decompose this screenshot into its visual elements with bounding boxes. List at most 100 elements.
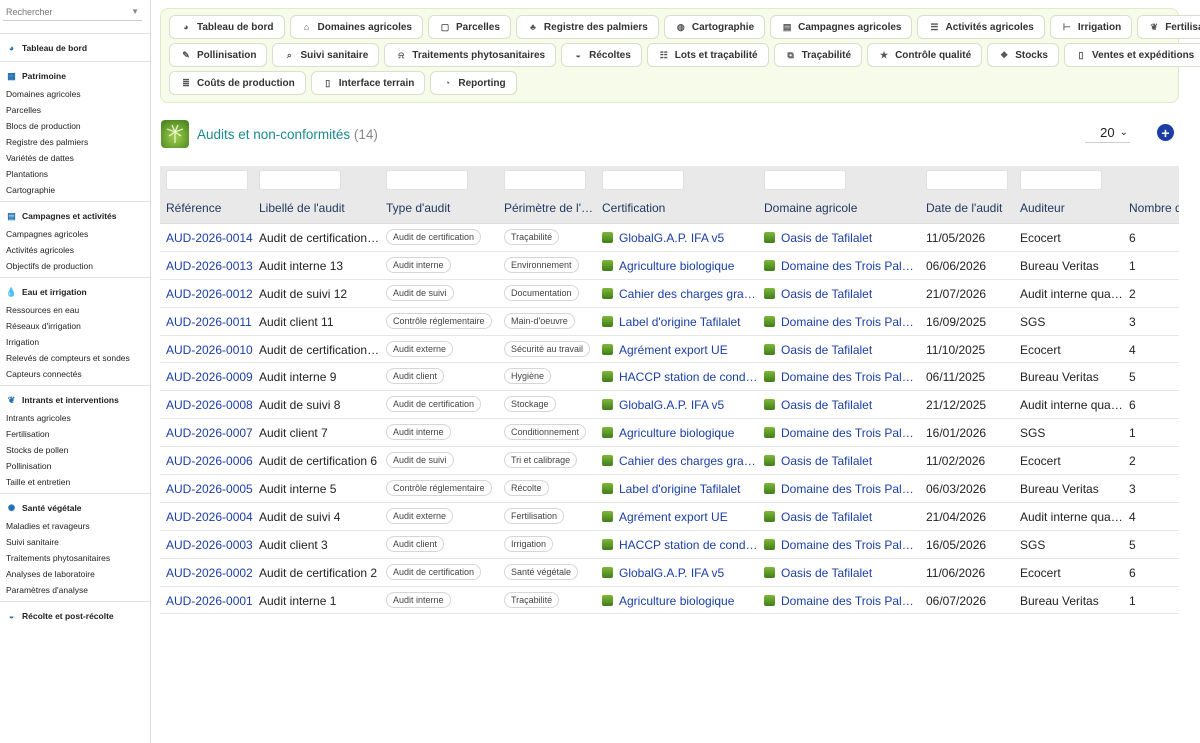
column-filter-input[interactable]: [259, 170, 341, 190]
reference-link[interactable]: AUD-2026-0008: [166, 398, 256, 412]
table-row[interactable]: AUD-2026-0012 Audit de suivi 12 Audit de s…: [160, 280, 1179, 308]
reference-link[interactable]: AUD-2026-0012: [166, 287, 256, 301]
table-row[interactable]: AUD-2026-0003 Audit client 3 Audit client I…: [160, 531, 1179, 559]
reference-link[interactable]: AUD-2026-0003: [166, 538, 256, 552]
nav-button[interactable]: ▯ Ventes et expéditions: [1063, 43, 1200, 67]
domain-link[interactable]: Oasis de Tafilalet: [764, 566, 919, 580]
column-filter-input[interactable]: [504, 170, 586, 190]
sidebar-item[interactable]: Capteurs connectés: [0, 366, 150, 382]
table-row[interactable]: AUD-2026-0009 Audit interne 9 Audit client…: [160, 363, 1179, 392]
column-header[interactable]: Périmètre de l'audit: [504, 201, 596, 215]
certification-link[interactable]: HACCP station de conditionnement: [602, 538, 759, 552]
table-row[interactable]: AUD-2026-0013 Audit interne 13 Audit inter…: [160, 252, 1179, 280]
domain-link[interactable]: Oasis de Tafilalet: [764, 231, 919, 245]
sidebar-section-heading[interactable]: ✺ Santé végétale: [0, 499, 150, 518]
reference-link[interactable]: AUD-2026-0011: [166, 315, 256, 329]
reference-link[interactable]: AUD-2026-0009: [166, 370, 256, 384]
nav-button[interactable]: ✎ Pollinisation: [169, 43, 268, 67]
certification-link[interactable]: Label d'origine Tafilalet: [602, 315, 759, 329]
nav-button[interactable]: ▢ Parcelles: [427, 15, 511, 39]
search-box[interactable]: ▼: [3, 3, 142, 21]
table-row[interactable]: AUD-2026-0002 Audit de certification 2 Aud…: [160, 559, 1179, 587]
column-header[interactable]: Nombre de non-conformités: [1129, 201, 1179, 215]
certification-link[interactable]: Agrément export UE: [602, 510, 759, 524]
domain-link[interactable]: Domaine des Trois Palmiers: [764, 538, 919, 552]
certification-link[interactable]: GlobalG.A.P. IFA v5: [602, 566, 759, 580]
sidebar-item[interactable]: Domaines agricoles: [0, 86, 150, 102]
table-row[interactable]: AUD-2026-0001 Audit interne 1 Audit intern…: [160, 587, 1179, 615]
table-row[interactable]: AUD-2026-0010 Audit de certification 10 Au…: [160, 336, 1179, 364]
reference-link[interactable]: AUD-2026-0001: [166, 594, 256, 608]
nav-button[interactable]: ☷ Lots et traçabilité: [646, 43, 769, 67]
sidebar-item[interactable]: Intrants agricoles: [0, 410, 150, 426]
sidebar-item[interactable]: Objectifs de production: [0, 258, 150, 274]
nav-button[interactable]: ☰ Activités agricoles: [917, 15, 1045, 39]
search-input[interactable]: [6, 6, 116, 17]
reference-link[interactable]: AUD-2026-0005: [166, 482, 256, 496]
domain-link[interactable]: Oasis de Tafilalet: [764, 454, 919, 468]
table-row[interactable]: AUD-2026-0004 Audit de suivi 4 Audit exter…: [160, 503, 1179, 531]
reference-link[interactable]: AUD-2026-0010: [166, 343, 256, 357]
table-row[interactable]: AUD-2026-0005 Audit interne 5 Contrôle rég…: [160, 475, 1179, 503]
nav-button[interactable]: ❦ Fertilisation: [1137, 15, 1200, 39]
reference-link[interactable]: AUD-2026-0013: [166, 259, 256, 273]
certification-link[interactable]: GlobalG.A.P. IFA v5: [602, 398, 759, 412]
column-filter-input[interactable]: [602, 170, 684, 190]
column-filter-input[interactable]: [926, 170, 1008, 190]
certification-link[interactable]: Label d'origine Tafilalet: [602, 482, 759, 496]
column-filter-input[interactable]: [764, 170, 846, 190]
nav-button[interactable]: ⍾ Traitements phytosanitaires: [384, 43, 557, 67]
sidebar-section-heading[interactable]: ▤ Campagnes et activités: [0, 207, 150, 226]
chevron-down-icon[interactable]: ▼: [131, 7, 139, 16]
sidebar-item[interactable]: Suivi sanitaire: [0, 534, 150, 550]
sidebar-item[interactable]: Variétés de dattes: [0, 150, 150, 166]
nav-button[interactable]: ❖ Stocks: [987, 43, 1059, 67]
nav-button[interactable]: ◒ Récoltes: [561, 43, 642, 67]
sidebar-item[interactable]: Ressources en eau: [0, 302, 150, 318]
domain-link[interactable]: Domaine des Trois Palmiers: [764, 259, 919, 273]
table-row[interactable]: AUD-2026-0008 Audit de suivi 8 Audit de ce…: [160, 391, 1179, 420]
nav-button[interactable]: ⌕ Suivi sanitaire: [272, 43, 380, 67]
column-filter-input[interactable]: [386, 170, 468, 190]
reference-link[interactable]: AUD-2026-0004: [166, 510, 256, 524]
column-filter-input[interactable]: [166, 170, 248, 190]
sidebar-item[interactable]: Pollinisation: [0, 458, 150, 474]
nav-button[interactable]: ★ Contrôle qualité: [867, 43, 983, 67]
sidebar-item[interactable]: Maladies et ravageurs: [0, 518, 150, 534]
nav-button[interactable]: ▤ Campagnes agricoles: [770, 15, 913, 39]
nav-button[interactable]: ⊢ Irrigation: [1049, 15, 1133, 39]
sidebar-item[interactable]: Taille et entretien: [0, 474, 150, 490]
domain-link[interactable]: Oasis de Tafilalet: [764, 287, 919, 301]
domain-link[interactable]: Domaine des Trois Palmiers: [764, 315, 919, 329]
column-header[interactable]: Domaine agricole: [764, 201, 857, 215]
sidebar-item[interactable]: Campagnes agricoles: [0, 226, 150, 242]
per-page-select[interactable]: 20 ⌄: [1085, 122, 1130, 143]
table-row[interactable]: AUD-2026-0006 Audit de certification 6 Aud…: [160, 447, 1179, 476]
sidebar-item[interactable]: Activités agricoles: [0, 242, 150, 258]
sidebar-section-heading[interactable]: ▦ Patrimoine: [0, 67, 150, 86]
certification-link[interactable]: Agrément export UE: [602, 343, 759, 357]
domain-link[interactable]: Domaine des Trois Palmiers: [764, 370, 919, 384]
nav-button[interactable]: ⌂ Domaines agricoles: [289, 15, 423, 39]
domain-link[interactable]: Domaine des Trois Palmiers: [764, 594, 919, 608]
domain-link[interactable]: Oasis de Tafilalet: [764, 343, 919, 357]
table-row[interactable]: AUD-2026-0014 Audit de certification 14 Au…: [160, 224, 1179, 252]
certification-link[interactable]: Agriculture biologique: [602, 426, 759, 440]
nav-button[interactable]: ◍ Cartographie: [663, 15, 766, 39]
sidebar-item[interactable]: Parcelles: [0, 102, 150, 118]
column-filter-input[interactable]: [1020, 170, 1102, 190]
certification-link[interactable]: Agriculture biologique: [602, 594, 759, 608]
sidebar-item[interactable]: Blocs de production: [0, 118, 150, 134]
table-row[interactable]: AUD-2026-0011 Audit client 11 Contrôle rég…: [160, 308, 1179, 336]
nav-button[interactable]: ◔ Reporting: [430, 71, 517, 95]
domain-link[interactable]: Oasis de Tafilalet: [764, 398, 919, 412]
certification-link[interactable]: Cahier des charges grande distribution: [602, 287, 759, 301]
nav-button[interactable]: ▯ Interface terrain: [310, 71, 426, 95]
sidebar-item[interactable]: Registre des palmiers: [0, 134, 150, 150]
table-row[interactable]: AUD-2026-0007 Audit client 7 Audit interne…: [160, 419, 1179, 448]
sidebar-item[interactable]: Traitements phytosanitaires: [0, 550, 150, 566]
nav-button[interactable]: ≣ Coûts de production: [169, 71, 306, 95]
sidebar-section-heading[interactable]: 💧 Eau et irrigation: [0, 283, 150, 302]
sidebar-item[interactable]: Analyses de laboratoire: [0, 566, 150, 582]
column-header[interactable]: Date de l'audit: [926, 201, 1002, 215]
